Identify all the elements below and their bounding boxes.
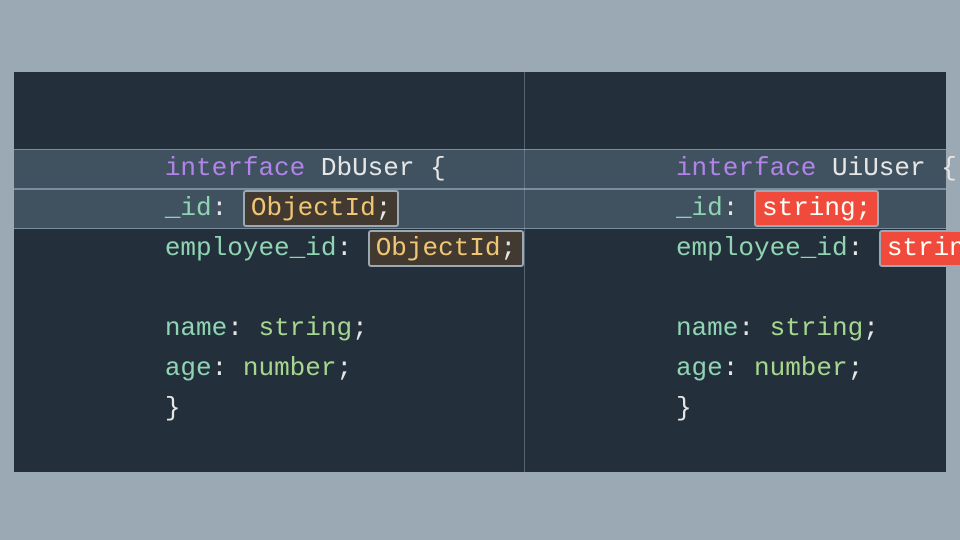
type-name-uiuser: UiUser xyxy=(832,153,926,183)
prop-employee_id: employee_id xyxy=(165,233,337,263)
prop-name: name xyxy=(676,313,738,343)
prop-_id: _id xyxy=(676,193,723,223)
code-diff-panel: interface DbUser { _id: ObjectId; employ… xyxy=(14,72,946,472)
type-string: string xyxy=(258,313,352,343)
colon: : xyxy=(848,233,879,263)
code-col-left: interface DbUser { _id: ObjectId; employ… xyxy=(14,72,524,472)
type-number: number xyxy=(754,353,848,383)
decl-line: interface UiUser { xyxy=(551,108,960,148)
prop-age: age xyxy=(676,353,723,383)
keyword-interface: interface xyxy=(165,153,305,183)
code-col-right: interface UiUser { _id: string; employee… xyxy=(525,72,960,472)
type-string: string xyxy=(770,313,864,343)
colon: : xyxy=(336,233,367,263)
prop-age: age xyxy=(165,353,212,383)
type-number: number xyxy=(243,353,337,383)
prop-name: name xyxy=(165,313,227,343)
colon: : xyxy=(723,193,754,223)
keyword-interface: interface xyxy=(676,153,816,183)
type-objectid-highlight: ObjectId; xyxy=(243,190,399,227)
prop-employee_id: employee_id xyxy=(676,233,848,263)
type-string-highlight: string; xyxy=(754,190,879,227)
slide-stage: interface DbUser { _id: ObjectId; employ… xyxy=(0,0,960,540)
decl-line: interface DbUser { xyxy=(40,108,524,148)
close-brace: } xyxy=(676,393,692,423)
colon: : xyxy=(212,193,243,223)
type-string-highlight: string; xyxy=(879,230,960,267)
type-objectid-highlight: ObjectId; xyxy=(368,230,524,267)
open-brace: { xyxy=(415,153,446,183)
open-brace: { xyxy=(926,153,957,183)
close-brace: } xyxy=(165,393,181,423)
prop-_id: _id xyxy=(165,193,212,223)
type-name-dbuser: DbUser xyxy=(321,153,415,183)
